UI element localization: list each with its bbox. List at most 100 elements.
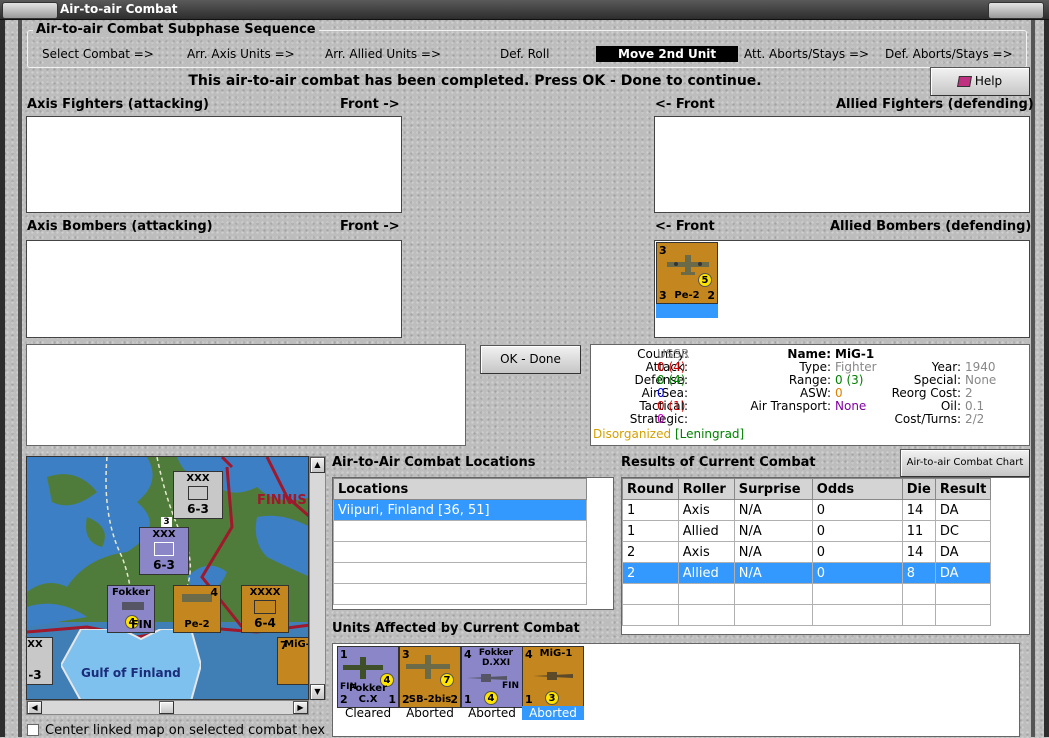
cell: DA (934, 499, 992, 521)
phase-arr-axis: Arr. Axis Units => (187, 47, 295, 61)
cell: 8 (901, 562, 936, 584)
table-row-selected[interactable]: 2 Allied N/A 0 8 DA (622, 562, 992, 584)
phase-arr-allied: Arr. Allied Units => (325, 47, 442, 61)
cell: N/A (733, 520, 813, 542)
locations-table: Locations Viipuri, Finland [36, 51] (333, 478, 587, 605)
map-unit-2-size: XXX (152, 529, 176, 540)
strategic-value: 0 (657, 412, 665, 426)
map-horizontal-scrollbar[interactable]: ◀ ▶ (26, 700, 309, 715)
pe2-defense: 2 (707, 289, 715, 302)
map-unit-2[interactable]: XXX 6-3 (139, 527, 189, 575)
pe2-range-disc: 5 (698, 273, 712, 287)
ok-done-button[interactable]: OK - Done (480, 345, 581, 374)
affected-unit-fokker-cx[interactable]: 1 4 FIN 2 Fokker C.X 1 (337, 646, 399, 708)
cell: 1 (622, 520, 679, 542)
unit-side: FIN (501, 681, 519, 691)
table-row-empty (622, 583, 992, 605)
unit-info-left-values: USSR 0 (4) 0 (4) 0 0 (1) 0 (657, 348, 689, 426)
unit-info-right-labels: Year: Special: Reorg Cost: Oil: Cost/Tur… (871, 361, 961, 426)
map-unit-3-value: 6-4 (254, 616, 276, 630)
location-row[interactable]: Viipuri, Finland [36, 51] (333, 499, 587, 521)
unit-bottom-left: 1 (464, 693, 472, 706)
left-frame-inner (18, 20, 22, 737)
map-unit-fokker[interactable]: Fokker 4 FIN (107, 585, 155, 633)
table-row[interactable]: 1 Axis N/A 0 14 DA (622, 499, 992, 521)
affected-unit-mig1[interactable]: 4 MiG-1 3 1 (522, 646, 584, 708)
location-cell: Viipuri, Finland [36, 51] (333, 499, 587, 521)
cell: 0 (811, 562, 903, 584)
unit-status-cleared: Cleared (344, 706, 392, 720)
pe2-selection-bar (656, 304, 718, 318)
affected-unit-fokker-dxxi[interactable]: 4 Fokker D.XXI FIN 4 1 (461, 646, 523, 708)
map-unit-1-value: 6-3 (187, 502, 209, 516)
cost-value: 2/2 (965, 412, 985, 426)
table-row[interactable]: 1 Allied N/A 0 11 DC (622, 520, 992, 542)
axis-fighters-label: Axis Fighters (attacking) (27, 97, 209, 112)
phase-att-aborts: Att. Aborts/Stays => (744, 47, 870, 61)
unit-top-name: Fokker D.XXI (478, 648, 514, 668)
help-button[interactable]: Help (930, 67, 1030, 96)
pe2-counter[interactable]: 3 5 3 Pe-2 2 (656, 242, 718, 304)
linked-map[interactable]: FINNIS Gulf of Finland XXX 6-3 3 XXX 6-3… (26, 456, 309, 700)
unit-top-name: MiG-1 (539, 648, 573, 659)
infantry-icon (154, 542, 174, 556)
scroll-left-icon[interactable]: ◀ (27, 701, 42, 714)
map-fokker-side: FIN (131, 618, 152, 631)
unit-info-mid-labels: Name: Type: Range: ASW: Air Transport: (731, 348, 831, 413)
window-menu-button[interactable] (2, 2, 58, 19)
col-round: Round (622, 478, 679, 500)
right-frame-inner (1031, 20, 1035, 737)
map-unit-pe2[interactable]: Pe-2 4 (173, 585, 221, 633)
scroll-down-icon[interactable]: ▼ (310, 684, 325, 700)
results-panel: Round Roller Surprise Odds Die Result 1A… (621, 477, 1030, 635)
fighter-plane-icon (122, 602, 144, 610)
cell: 0 (811, 520, 903, 542)
axis-fighters-panel[interactable] (26, 116, 402, 213)
location-row-empty (333, 541, 587, 563)
locations-list[interactable]: Locations Viipuri, Finland [36, 51] (332, 477, 614, 610)
map-pe2-name: Pe-2 (184, 619, 210, 630)
unit-bottom-right: 2 (450, 693, 458, 706)
unit-status-aborted-selected: Aborted (522, 706, 584, 720)
unit-status: Disorganized (593, 427, 672, 441)
axis-bombers-panel[interactable] (26, 240, 402, 338)
center-map-checkbox[interactable] (27, 724, 39, 736)
cell: Axis (677, 499, 735, 521)
map-unit-1-size: XXX (186, 473, 210, 484)
map-unit-mig[interactable]: MiG- 7 (277, 637, 308, 685)
allied-bombers-panel[interactable]: 3 5 3 Pe-2 2 (654, 240, 1030, 338)
phase-select-combat: Select Combat => (42, 47, 154, 61)
cell: 2 (622, 541, 679, 563)
airtransport-label: Air Transport: (750, 399, 831, 413)
scroll-up-icon[interactable]: ▲ (310, 457, 325, 473)
cell: Allied (677, 562, 735, 584)
map-unit-1[interactable]: XXX 6-3 (173, 471, 223, 519)
window-close-button[interactable] (988, 2, 1044, 19)
cell: DC (934, 520, 992, 542)
cell: DA (934, 562, 992, 584)
help-icon (956, 76, 972, 87)
cell: 14 (901, 499, 936, 521)
allied-fighters-panel[interactable] (654, 116, 1030, 213)
map-unit-2-value: 6-3 (153, 558, 175, 572)
combat-chart-button[interactable]: Air-to-air Combat Chart (900, 449, 1030, 477)
map-label-gulf: Gulf of Finland (81, 666, 181, 680)
unit-status-aborted: Aborted (468, 706, 516, 720)
cell: N/A (733, 541, 813, 563)
cell: 14 (901, 541, 936, 563)
unit-bottom-left: 1 (525, 693, 533, 706)
table-row-empty (622, 604, 992, 626)
location-row-empty (333, 520, 587, 542)
scroll-right-icon[interactable]: ▶ (293, 701, 308, 714)
table-row[interactable]: 2 Axis N/A 0 14 DA (622, 541, 992, 563)
affected-unit-sb2bis[interactable]: 3 7 2 SB-2bis 2 (399, 646, 461, 708)
title-bar: Air-to-air Combat (0, 0, 1049, 20)
map-vertical-scrollbar[interactable]: ▲ ▼ (309, 456, 326, 700)
cell: 1 (622, 499, 679, 521)
cell: Axis (677, 541, 735, 563)
scroll-thumb[interactable] (159, 701, 174, 714)
col-surprise: Surprise (733, 478, 813, 500)
map-unit-3[interactable]: XXXX 6-4 (241, 585, 289, 633)
axis-fighters-front: Front -> (340, 97, 400, 112)
map-unit-left[interactable]: XX -3 (27, 637, 53, 685)
